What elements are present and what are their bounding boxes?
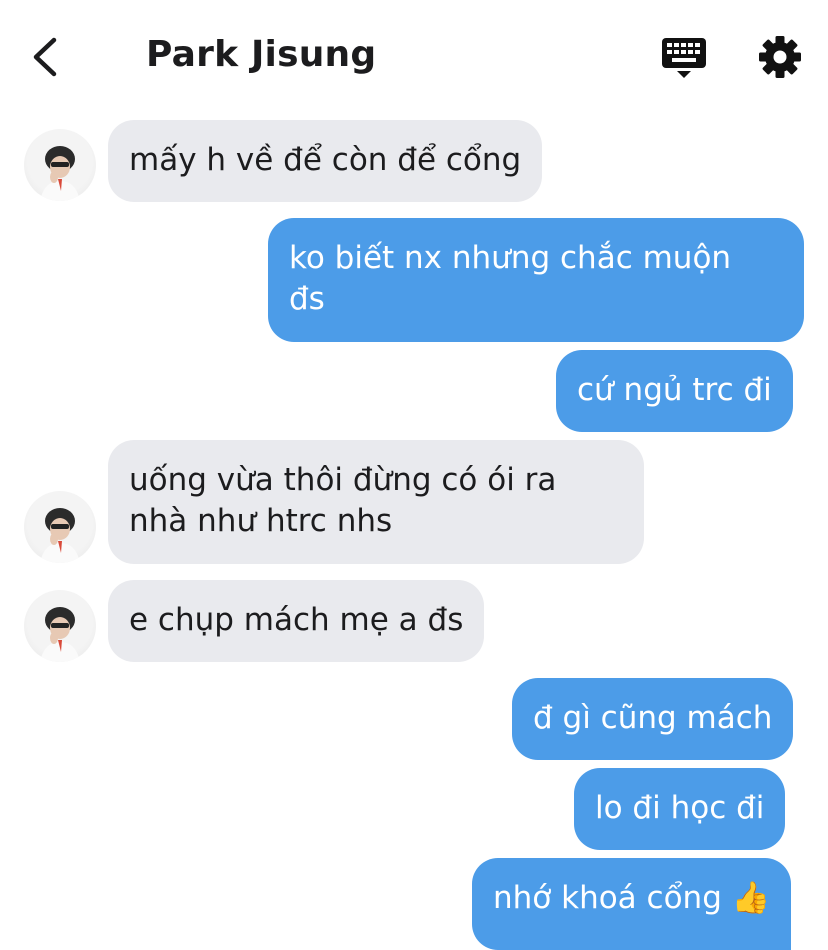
message-bubble-outgoing[interactable]: đ gì cũng mách: [512, 678, 794, 760]
message-bubble-incoming[interactable]: uống vừa thôi đừng có ói ra nhà như htrc…: [108, 440, 644, 564]
keyboard-icon: [662, 38, 706, 78]
message-bubble-outgoing[interactable]: nhớ khoá cổng 👍: [472, 858, 792, 950]
chevron-left-icon: [33, 37, 57, 77]
contact-avatar[interactable]: [24, 590, 96, 662]
message-bubble-outgoing[interactable]: ko biết nx nhưng chắc muộn đs: [268, 218, 804, 342]
settings-button[interactable]: [758, 35, 802, 79]
message-bubble-incoming[interactable]: mấy h về để còn để cổng: [108, 120, 543, 202]
chat-header: Park Jisung: [0, 0, 828, 110]
avatar-photo-icon: [40, 508, 80, 563]
back-button[interactable]: [28, 34, 68, 80]
chat-screen: Park Jisung mấy h về để còn để cổng ko b…: [0, 0, 828, 950]
contact-avatar[interactable]: [24, 129, 96, 201]
avatar-photo-icon: [40, 146, 80, 201]
avatar-photo-icon: [40, 607, 80, 662]
keyboard-button[interactable]: [660, 36, 708, 80]
contact-avatar[interactable]: [24, 491, 96, 563]
message-bubble-outgoing[interactable]: cứ ngủ trc đi: [556, 350, 793, 432]
message-bubble-incoming[interactable]: e chụp mách mẹ a đs: [108, 580, 485, 662]
gear-icon: [759, 36, 801, 78]
message-bubble-outgoing[interactable]: lo đi học đi: [574, 768, 786, 850]
contact-name[interactable]: Park Jisung: [146, 34, 376, 75]
